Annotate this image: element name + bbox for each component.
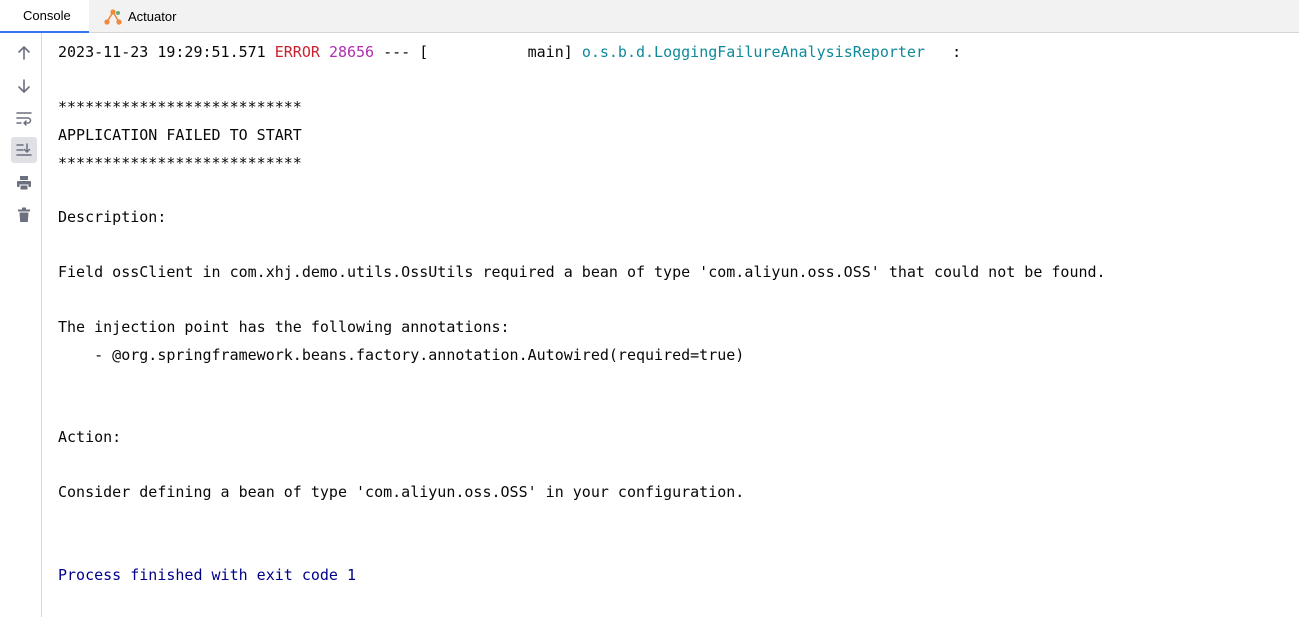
arrow-up-icon	[18, 46, 30, 60]
description-line: Description:	[58, 208, 167, 226]
consider-line: Consider defining a bean of type 'com.al…	[58, 483, 745, 501]
stars-top-line: ***************************	[58, 98, 302, 116]
actuator-icon	[103, 7, 123, 27]
field-line: Field ossClient in com.xhj.demo.utils.Os…	[58, 263, 1106, 281]
down-stack-trace-button[interactable]	[11, 73, 37, 99]
soft-wrap-icon	[16, 112, 32, 126]
tab-console-label: Console	[23, 8, 71, 23]
tab-console[interactable]: Console	[0, 0, 89, 33]
soft-wrap-button[interactable]	[11, 105, 37, 131]
console-output[interactable]: 2023-11-23 19:29:51.571 ERROR 28656 --- …	[58, 33, 1299, 617]
action-line: Action:	[58, 428, 122, 446]
tool-window-tabbar: Console Actuator	[0, 0, 1299, 33]
log-separator: --- [	[383, 43, 429, 61]
up-stack-trace-button[interactable]	[11, 40, 37, 66]
log-logger[interactable]: o.s.b.d.LoggingFailureAnalysisReporter	[582, 43, 925, 61]
print-button[interactable]	[11, 170, 37, 196]
injection-line: The injection point has the following an…	[58, 318, 510, 336]
log-thread: main]	[428, 43, 573, 61]
failed-line: APPLICATION FAILED TO START	[58, 126, 302, 144]
log-pid: 28656	[328, 43, 375, 61]
trash-icon	[18, 207, 30, 222]
log-tail: :	[924, 43, 962, 61]
tab-actuator-label: Actuator	[128, 9, 177, 24]
annotation-line: - @org.springframework.beans.factory.ann…	[58, 346, 745, 364]
scroll-to-end-button[interactable]	[11, 137, 37, 163]
log-header-line: 2023-11-23 19:29:51.571 ERROR 28656 --- …	[58, 42, 961, 62]
exit-code-line: Process finished with exit code 1	[58, 566, 357, 584]
tab-actuator[interactable]: Actuator	[103, 0, 176, 33]
scroll-to-end-icon	[16, 143, 32, 156]
log-timestamp: 2023-11-23 19:29:51.571	[58, 43, 266, 61]
clear-all-button[interactable]	[11, 202, 37, 228]
stars-bottom-line: ***************************	[58, 154, 302, 172]
console-toolbar	[0, 33, 42, 617]
log-level: ERROR	[274, 43, 320, 61]
print-icon	[17, 176, 31, 191]
arrow-down-icon	[18, 79, 30, 93]
